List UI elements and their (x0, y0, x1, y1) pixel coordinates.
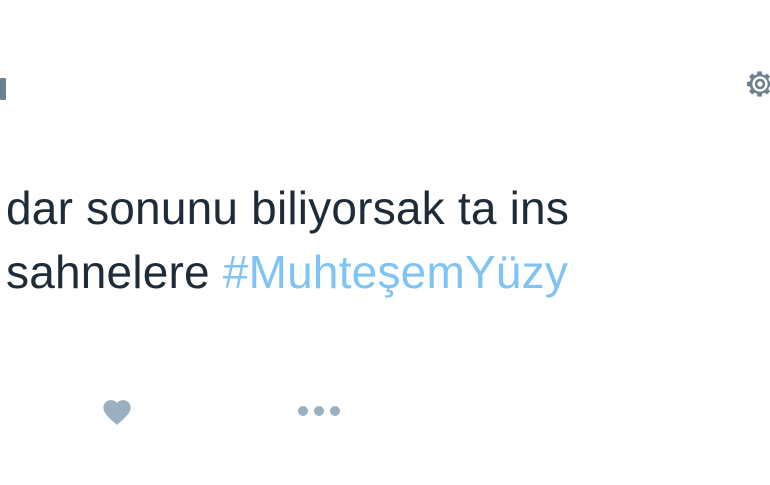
gear-icon (743, 67, 770, 106)
more-options-button[interactable] (293, 394, 345, 432)
left-edge-mark (0, 78, 6, 100)
tweet-text-line-2: sahnelere #MuhteşemYüzy (6, 240, 770, 304)
settings-button[interactable] (742, 68, 770, 104)
heart-icon (100, 396, 134, 431)
tweet-text-prefix: sahnelere (6, 246, 223, 298)
tweet-actions (0, 394, 770, 432)
tweet-text-line-1: dar sonunu biliyorsak ta ins (6, 182, 570, 234)
tweet-card: dar sonunu biliyorsak ta ins sahnelere #… (0, 0, 770, 485)
hashtag-link[interactable]: #MuhteşemYüzy (223, 246, 568, 298)
tweet-text: dar sonunu biliyorsak ta ins sahnelere #… (0, 176, 770, 304)
like-button[interactable] (97, 394, 137, 432)
more-icon (295, 402, 343, 425)
